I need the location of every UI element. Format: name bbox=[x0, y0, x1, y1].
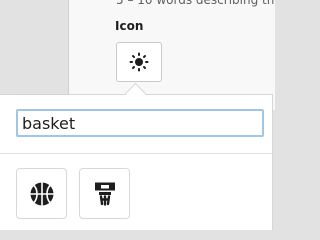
basketball-icon bbox=[29, 181, 55, 207]
icon-picker-popover bbox=[0, 94, 273, 230]
icon-result-basketball-hoop[interactable] bbox=[79, 168, 130, 219]
icon-search-input[interactable] bbox=[16, 109, 264, 137]
icon-result-basketball[interactable] bbox=[16, 168, 67, 219]
basketball-hoop-icon bbox=[93, 181, 117, 207]
icon-results bbox=[16, 168, 130, 219]
icon-field-label: Icon bbox=[115, 19, 144, 33]
icon-search-area bbox=[0, 95, 272, 154]
help-text: 5 – 10 words describing th bbox=[116, 0, 275, 7]
icon-select-button[interactable] bbox=[116, 42, 162, 82]
sun-icon bbox=[129, 52, 149, 72]
